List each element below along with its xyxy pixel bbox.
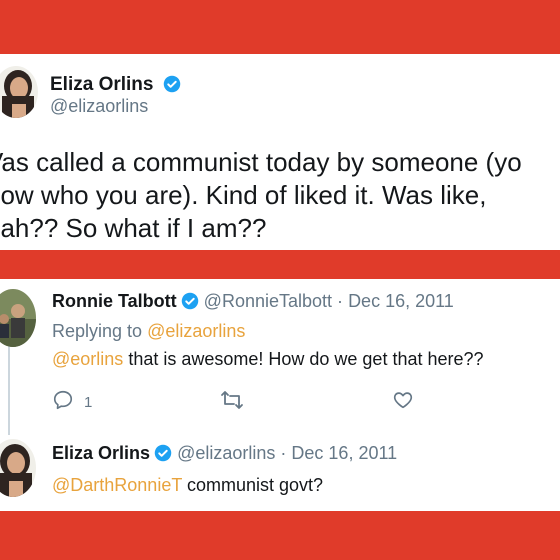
avatar-ronnie-talbott[interactable]: [0, 289, 36, 347]
avatar-eliza-orlins[interactable]: [0, 66, 38, 118]
verified-badge-icon: [163, 75, 181, 99]
tweet-actions: 1: [52, 389, 472, 415]
tweet-text: @DarthRonnieT communist govt?: [52, 475, 323, 496]
like-button[interactable]: [392, 389, 414, 415]
avatar-eliza-orlins[interactable]: [0, 439, 36, 497]
tweet-text: Vas called a communist today by someone …: [0, 147, 522, 243]
tweet-text-body: communist govt?: [187, 475, 324, 495]
retweet-button[interactable]: [220, 389, 244, 415]
retweet-icon: [220, 389, 244, 415]
like-icon: [392, 389, 414, 415]
tweet-text-body: that is awesome! How do we get that here…: [128, 349, 484, 369]
verified-badge-icon: [154, 444, 172, 467]
author-handle[interactable]: @elizaorlins: [177, 443, 275, 463]
author-name-text: Eliza Orlins: [50, 74, 154, 95]
author-name[interactable]: Ronnie Talbott: [52, 291, 177, 311]
separator-dot: ·: [280, 443, 287, 463]
replying-to-mention[interactable]: @elizaorlins: [147, 321, 245, 341]
tweet-thread-card: Ronnie Talbott @RonnieTalbott · Dec 16, …: [0, 279, 560, 511]
tweet-card-main: Eliza Orlins @elizaorlins Vas called a c…: [0, 54, 560, 250]
reply-count: 1: [84, 393, 93, 411]
reply-button[interactable]: 1: [52, 389, 92, 415]
tweet-date[interactable]: Dec 16, 2011: [348, 291, 454, 311]
separator-dot: ·: [337, 291, 344, 311]
reply-icon: [52, 389, 74, 415]
author-name[interactable]: Eliza Orlins: [52, 443, 150, 463]
mention-link[interactable]: @DarthRonnieT: [52, 475, 182, 495]
mention-link[interactable]: @eorlins: [52, 349, 123, 369]
author-handle[interactable]: @elizaorlins: [50, 96, 148, 117]
reply-header: Eliza Orlins @elizaorlins · Dec 16, 2011: [52, 443, 397, 467]
verified-badge-icon: [181, 292, 199, 315]
thread-line: [8, 345, 10, 435]
tweet-text: @eorlins that is awesome! How do we get …: [52, 349, 484, 370]
tweet-date[interactable]: Dec 16, 2011: [291, 443, 397, 463]
reply-header: Ronnie Talbott @RonnieTalbott · Dec 16, …: [52, 291, 454, 315]
replying-prefix: Replying to: [52, 321, 143, 341]
author-handle[interactable]: @RonnieTalbott: [204, 291, 332, 311]
replying-to: Replying to @elizaorlins: [52, 321, 245, 342]
